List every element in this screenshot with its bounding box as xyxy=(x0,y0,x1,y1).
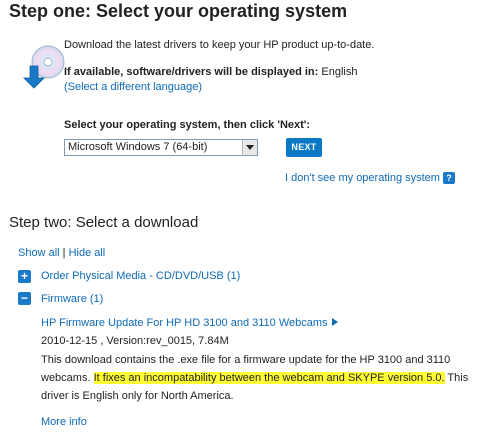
download-title: HP Firmware Update For HP HD 3100 and 31… xyxy=(41,317,328,329)
description-highlight: It fixes an incompatability between the … xyxy=(93,372,445,384)
show-all-link[interactable]: Show all xyxy=(18,247,60,259)
more-info-link[interactable]: More info xyxy=(41,415,87,429)
os-select[interactable]: Microsoft Windows 7 (64-bit) xyxy=(64,139,258,156)
help-icon[interactable]: ? xyxy=(443,172,455,184)
os-missing-link[interactable]: I don't see my operating system xyxy=(285,171,440,185)
change-language-link[interactable]: (Select a different language) xyxy=(64,80,202,94)
play-arrow-icon xyxy=(331,318,338,326)
expand-icon[interactable]: + xyxy=(18,270,31,283)
download-meta: 2010-12-15 , Version:rev_0015, 7.84M xyxy=(41,335,229,347)
show-hide-controls: Show all | Hide all xyxy=(18,246,105,260)
select-os-prompt: Select your operating system, then click… xyxy=(64,119,311,131)
next-button[interactable]: NEXT xyxy=(286,138,322,157)
separator: | xyxy=(62,247,66,259)
hide-all-link[interactable]: Hide all xyxy=(69,247,106,259)
download-description: This download contains the .exe file for… xyxy=(41,351,491,405)
language-label: If available, software/drivers will be d… xyxy=(64,66,319,78)
intro-text: Download the latest drivers to keep your… xyxy=(64,39,375,51)
download-title-link[interactable]: HP Firmware Update For HP HD 3100 and 31… xyxy=(41,316,338,330)
chevron-down-icon[interactable] xyxy=(242,140,257,155)
category-firmware[interactable]: Firmware (1) xyxy=(41,292,103,306)
language-line: If available, software/drivers will be d… xyxy=(64,65,357,79)
collapse-icon[interactable]: − xyxy=(18,292,31,305)
step-two-title: Step two: Select a download xyxy=(9,214,199,231)
os-select-value: Microsoft Windows 7 (64-bit) xyxy=(68,141,208,153)
step-one-title: Step one: Select your operating system xyxy=(9,1,348,21)
language-value: English xyxy=(321,66,358,78)
software-download-icon xyxy=(23,45,65,89)
category-physical-media[interactable]: Order Physical Media - CD/DVD/USB (1) xyxy=(41,269,240,283)
